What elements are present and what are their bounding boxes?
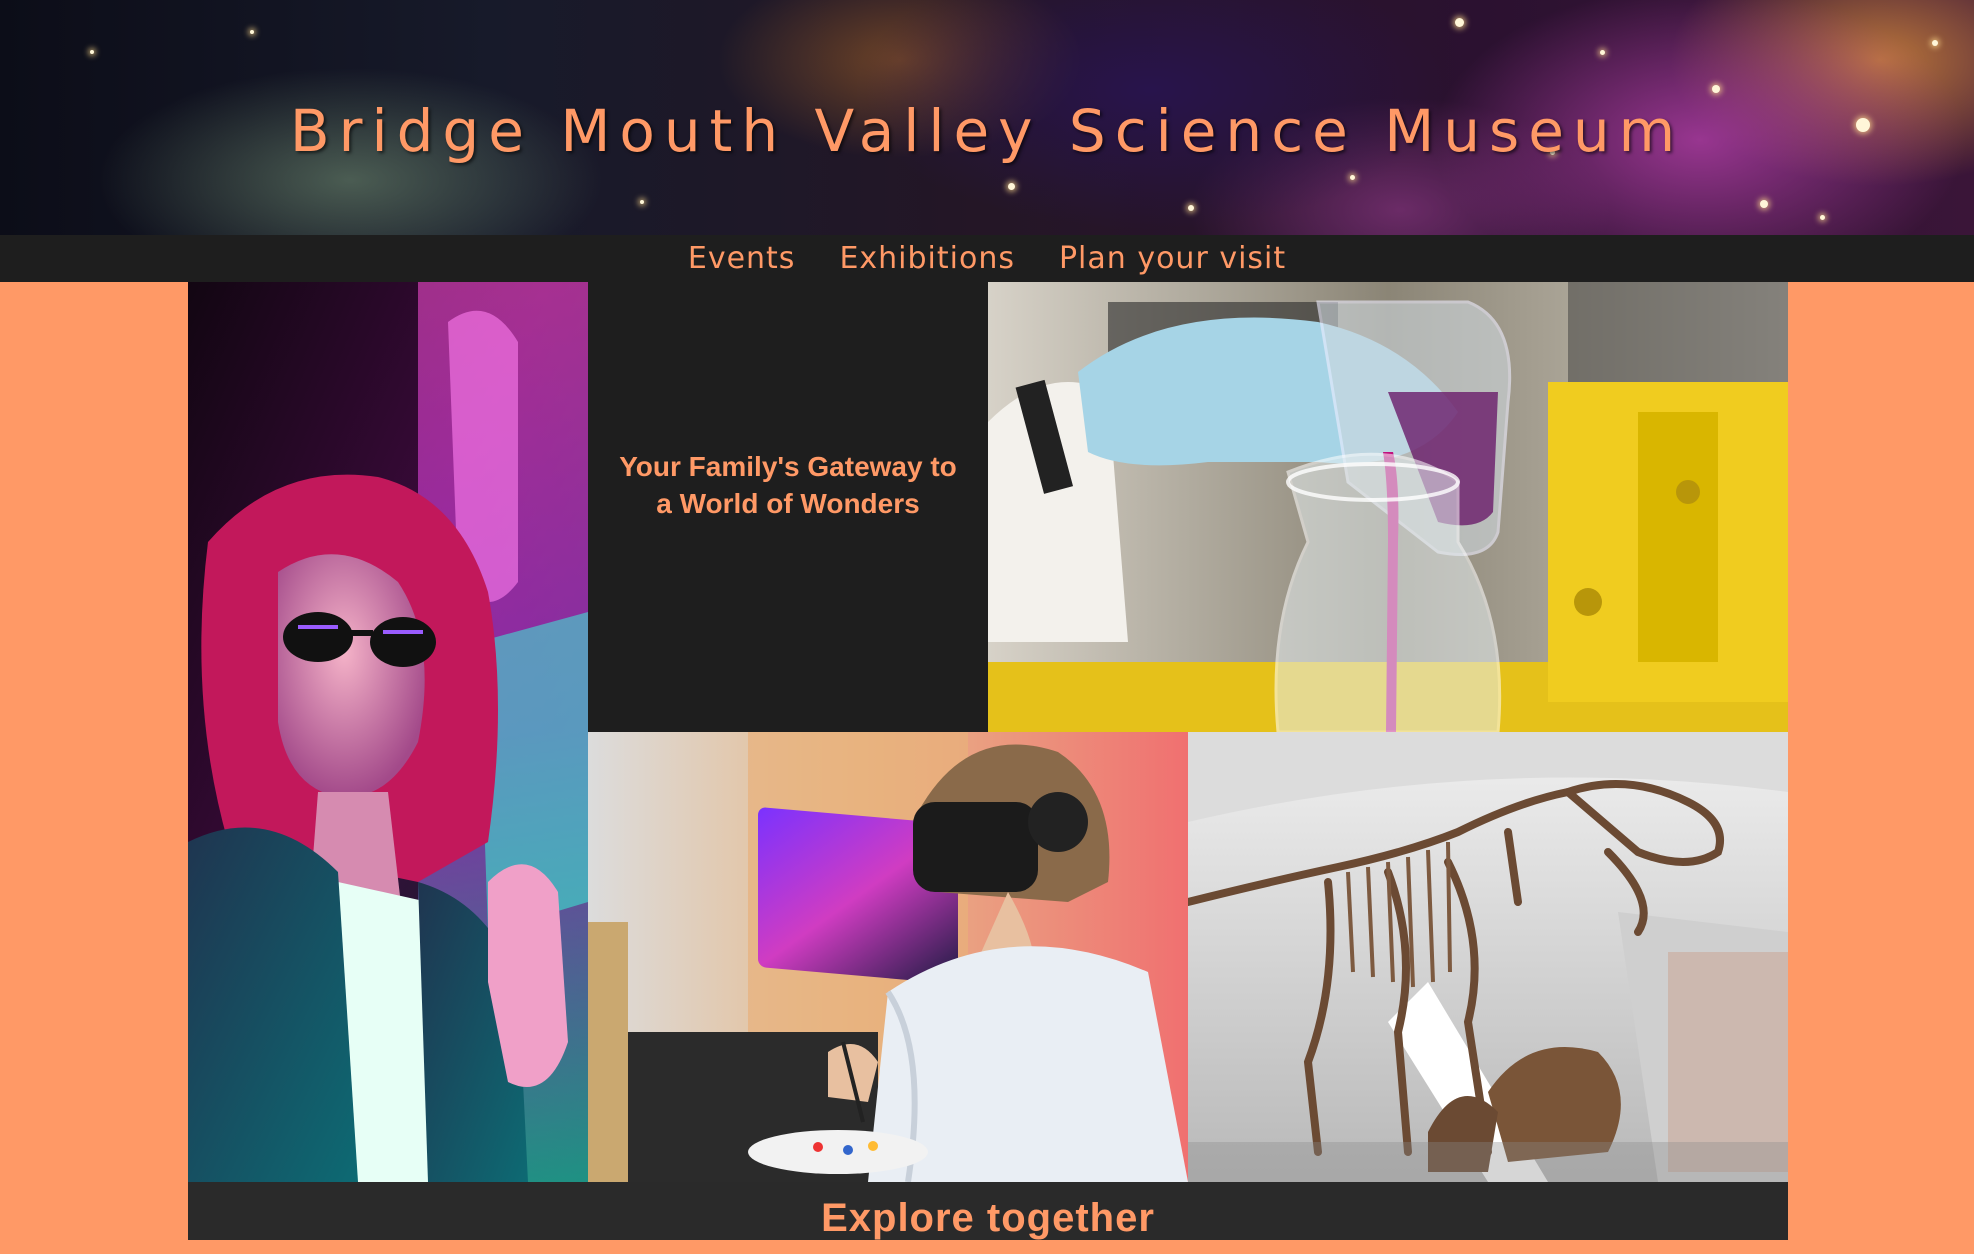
star-decoration [1932, 40, 1938, 46]
nav-link-exhibitions[interactable]: Exhibitions [839, 235, 1015, 282]
dinosaur-skeleton-photo [1188, 732, 1788, 1182]
tagline-text: Your Family's Gateway to a World of Wond… [619, 450, 957, 519]
tagline-panel: Your Family's Gateway to a World of Wond… [588, 282, 988, 732]
nav-link-events[interactable]: Events [688, 235, 796, 282]
woman-neon-light-photo [188, 282, 588, 1182]
star-decoration [1820, 215, 1825, 220]
explore-section: Explore together [188, 1182, 1788, 1240]
section-heading: Explore together [821, 1196, 1155, 1240]
star-decoration [1600, 50, 1605, 55]
star-decoration [1188, 205, 1194, 211]
header-banner: Bridge Mouth Valley Science Museum [0, 0, 1974, 235]
star-decoration [1008, 183, 1015, 190]
star-decoration [250, 30, 254, 34]
hero-mosaic: Your Family's Gateway to a World of Wond… [188, 282, 1788, 1182]
star-decoration [1455, 18, 1464, 27]
nav-link-plan-your-visit[interactable]: Plan your visit [1059, 235, 1286, 282]
star-decoration [90, 50, 94, 54]
star-decoration [1350, 175, 1355, 180]
vr-headset-painter-photo [588, 732, 1188, 1182]
star-decoration [640, 200, 644, 204]
site-title: Bridge Mouth Valley Science Museum [289, 97, 1685, 165]
main-nav: Events Exhibitions Plan your visit [0, 235, 1974, 282]
star-decoration [1760, 200, 1768, 208]
chemistry-beaker-photo [988, 282, 1788, 732]
